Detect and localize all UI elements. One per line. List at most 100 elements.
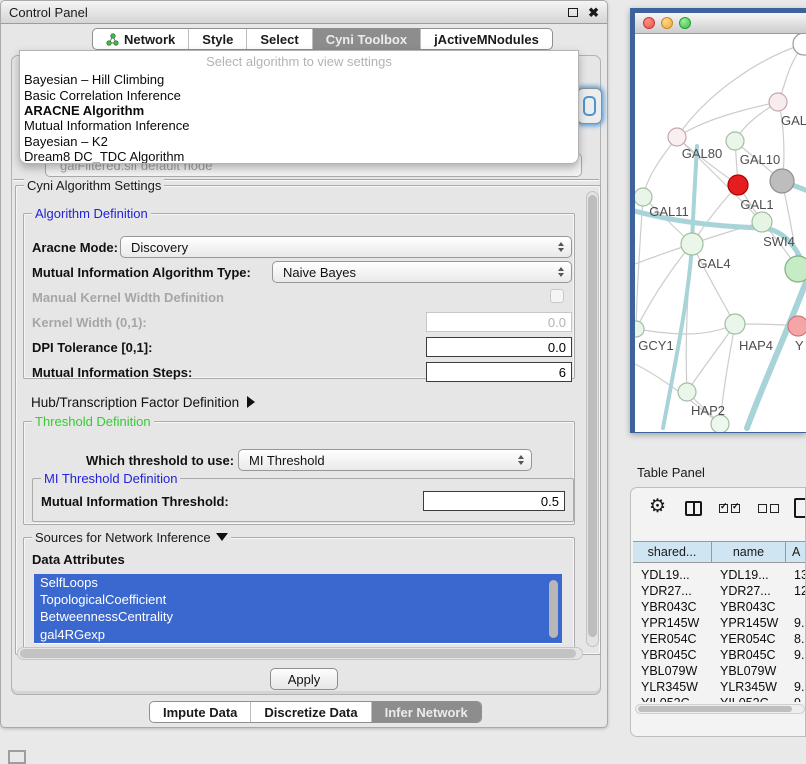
algorithm-option[interactable]: Mutual Information Inference [20, 118, 578, 133]
data-attributes-list[interactable]: SelfLoopsTopologicalCoefficientBetweenne… [34, 574, 562, 644]
network-view-window: GALGAL80GAL10GAL1GAL11SWI4GAL4GCY1HAP4YH… [630, 8, 806, 433]
kernel-width-label: Kernel Width (0,1): [32, 315, 147, 330]
table-cell: YBL079W [712, 664, 786, 678]
tab-style[interactable]: Style [188, 29, 246, 49]
column-header-partial[interactable]: A [786, 542, 806, 562]
column-header-shared-name[interactable]: shared... [633, 542, 712, 562]
table-cell: YPR145W [712, 616, 786, 630]
deselect-all-columns-icon[interactable] [758, 504, 779, 513]
tab-discretize-data[interactable]: Discretize Data [250, 702, 370, 722]
table-cell: YER054C [712, 632, 786, 646]
network-node[interactable] [769, 93, 787, 111]
tab-network-label: Network [124, 32, 175, 47]
network-node-label: HAP4 [739, 338, 773, 353]
algorithm-option[interactable]: Basic Correlation Inference [20, 87, 578, 102]
network-node[interactable] [770, 169, 794, 193]
data-attribute-item[interactable]: BetweennessCentrality [34, 608, 562, 625]
network-node[interactable] [752, 212, 772, 232]
table-header-row: shared... name A [633, 541, 806, 563]
manual-kernel-checkbox[interactable] [550, 289, 564, 303]
network-node[interactable] [728, 175, 748, 195]
table-row[interactable]: YBR043CYBR043C [633, 599, 806, 615]
collapse-arrow-icon [216, 533, 228, 541]
tab-cyni-toolbox[interactable]: Cyni Toolbox [312, 29, 420, 49]
aracne-mode-combo[interactable]: Discovery [120, 236, 572, 258]
network-edge [677, 102, 778, 137]
algorithm-dropdown-prompt: Select algorithm to view settings [20, 51, 578, 72]
control-panel-tab-bar: Network Style Select Cyni Toolbox jActiv… [92, 28, 553, 50]
columns-icon[interactable] [685, 501, 702, 516]
table-cell: 9. [786, 616, 806, 630]
tab-select[interactable]: Select [246, 29, 311, 49]
table-row[interactable]: YIL052CYIL052C9 [633, 695, 806, 702]
kernel-width-field[interactable]: 0.0 [426, 312, 572, 332]
settings-vertical-scrollbar[interactable] [586, 191, 599, 647]
data-attribute-item[interactable]: gal4RGexp [34, 626, 562, 643]
algorithm-option[interactable]: ARACNE Algorithm [20, 103, 578, 118]
table-row[interactable]: YBR045CYBR045C9. [633, 647, 806, 663]
network-canvas[interactable]: GALGAL80GAL10GAL1GAL11SWI4GAL4GCY1HAP4YH… [635, 34, 806, 432]
hub-definition-expander[interactable]: Hub/Transcription Factor Definition [31, 395, 255, 410]
table-row[interactable]: YDR27...YDR27...12 [633, 583, 806, 599]
table-cell: YDL19... [712, 568, 786, 582]
table-row[interactable]: YER054CYER054C8. [633, 631, 806, 647]
tab-impute-data[interactable]: Impute Data [150, 702, 250, 722]
tab-infer-network[interactable]: Infer Network [371, 702, 481, 722]
table-cell: YBR045C [633, 648, 712, 662]
table-row[interactable]: YLR345WYLR345W9. [633, 679, 806, 695]
network-node[interactable] [793, 34, 806, 55]
network-node[interactable] [726, 132, 744, 150]
manual-kernel-label: Manual Kernel Width Definition [32, 290, 224, 305]
network-node[interactable] [668, 128, 686, 146]
mi-steps-field[interactable]: 6 [426, 362, 572, 382]
minimize-window-icon[interactable] [661, 17, 673, 29]
sources-group-title[interactable]: Sources for Network Inference [32, 530, 231, 545]
network-node[interactable] [785, 256, 806, 282]
table-row[interactable]: YBL079WYBL079W [633, 663, 806, 679]
table-toolbar: ⚙ [631, 496, 805, 528]
mi-threshold-field[interactable]: 0.5 [423, 491, 565, 511]
float-panel-icon[interactable] [568, 8, 578, 17]
threshold-definition-title: Threshold Definition [32, 414, 154, 429]
table-cell: YBR043C [633, 600, 712, 614]
tab-jactivemnodules[interactable]: jActiveMNodules [420, 29, 552, 49]
network-node[interactable] [725, 314, 745, 334]
algorithm-option[interactable]: Dream8 DC_TDC Algorithm [20, 149, 578, 164]
table-cell: 12 [786, 584, 806, 598]
network-node-label: HAP2 [691, 403, 725, 418]
algorithm-dropdown-popup: Select algorithm to view settings Bayesi… [19, 50, 579, 164]
network-view-titlebar [635, 13, 806, 34]
table-horizontal-scrollbar[interactable] [635, 704, 805, 714]
network-node[interactable] [635, 321, 644, 337]
network-node[interactable] [681, 233, 703, 255]
mi-type-combo[interactable]: Naive Bayes [272, 261, 572, 283]
close-panel-icon[interactable]: ✖ [588, 6, 599, 19]
network-node[interactable] [678, 383, 696, 401]
data-attribute-item[interactable]: SelfLoops [34, 574, 562, 591]
settings-horizontal-scrollbar[interactable] [17, 647, 583, 660]
which-threshold-combo[interactable]: MI Threshold [238, 449, 532, 471]
dpi-tolerance-field[interactable]: 0.0 [426, 337, 572, 357]
close-window-icon[interactable] [643, 17, 655, 29]
table-panel-title: Table Panel [637, 465, 705, 480]
attributes-scrollbar[interactable] [549, 580, 558, 638]
algorithm-option[interactable]: Bayesian – Hill Climbing [20, 72, 578, 87]
table-cell: 8. [786, 632, 806, 646]
tab-network[interactable]: Network [93, 29, 188, 49]
table-cell: 9. [786, 648, 806, 662]
column-header-name[interactable]: name [712, 542, 786, 562]
gear-icon[interactable]: ⚙ [649, 497, 666, 516]
table-cell: YLR345W [712, 680, 786, 694]
table-row[interactable]: YDL19...YDL19...13 [633, 567, 806, 583]
network-node[interactable] [788, 316, 806, 336]
zoom-window-icon[interactable] [679, 17, 691, 29]
algorithm-option[interactable]: Bayesian – K2 [20, 134, 578, 149]
data-attribute-item[interactable]: TopologicalCoefficient [34, 591, 562, 608]
aracne-mode-label: Aracne Mode: [32, 240, 118, 255]
page-icon[interactable] [794, 498, 806, 518]
select-all-columns-icon[interactable] [719, 504, 740, 513]
focused-combo-sliver [577, 88, 602, 124]
table-cell: YBR045C [712, 648, 786, 662]
apply-button[interactable]: Apply [270, 668, 338, 690]
table-row[interactable]: YPR145WYPR145W9. [633, 615, 806, 631]
